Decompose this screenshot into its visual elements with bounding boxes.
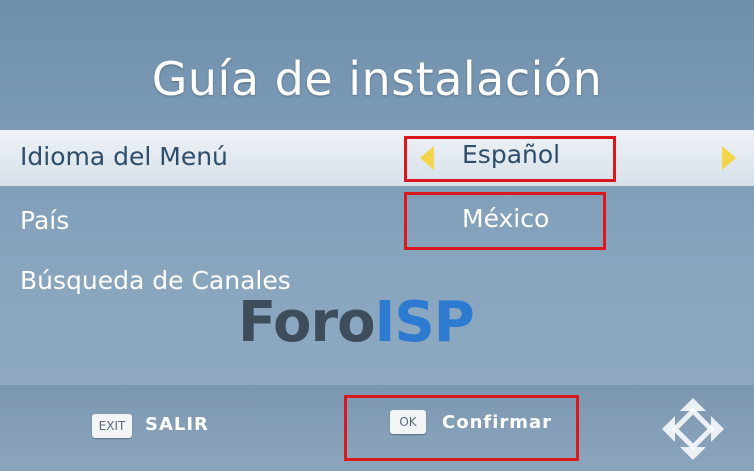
confirm-highlight-box (344, 395, 579, 461)
page-title: Guía de instalación (151, 52, 603, 106)
menu-row-label: Idioma del Menú (20, 142, 228, 171)
watermark-part2: ISP (374, 290, 475, 355)
exit-key-icon[interactable]: EXIT (92, 414, 132, 438)
watermark-part1: Foro (238, 290, 376, 355)
installation-guide-screen: Guía de instalación Idioma del Menú Espa… (0, 0, 754, 471)
dpad-icon (662, 398, 724, 460)
menu-row-language[interactable]: Idioma del Menú Español (0, 130, 754, 186)
menu-row-label: País (20, 206, 70, 235)
exit-label[interactable]: SALIR (145, 414, 209, 435)
language-highlight-box (404, 136, 616, 182)
watermark-logo: ForoISP (238, 290, 475, 355)
right-arrow-icon[interactable] (722, 146, 736, 170)
menu-row-country[interactable]: País México (0, 194, 754, 250)
country-highlight-box (404, 192, 606, 250)
